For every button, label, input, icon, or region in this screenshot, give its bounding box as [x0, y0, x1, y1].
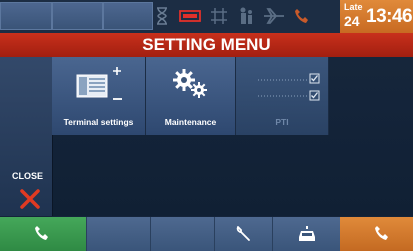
call-button-right[interactable]: [340, 217, 413, 251]
tile-label: Maintenance: [164, 117, 217, 127]
top-slot-1[interactable]: [0, 2, 52, 30]
bottom-bar: [0, 216, 413, 251]
terminal-settings-icon: [76, 67, 126, 103]
top-slot-2[interactable]: [52, 2, 103, 30]
late-label: Late: [344, 2, 363, 12]
phone-icon: [374, 225, 390, 241]
top-status-bar: Late 24 13:46: [0, 0, 413, 33]
gear-icon: [172, 68, 210, 100]
screen: Late 24 13:46 SETTING MENU CLOSE Termina…: [0, 0, 413, 251]
phone-status-icon: [292, 4, 312, 28]
top-slot-3[interactable]: [103, 2, 153, 30]
menu-tile-pti[interactable]: PTI: [236, 57, 329, 135]
wrench-icon: [235, 225, 253, 243]
title-bar: SETTING MENU: [0, 33, 413, 57]
tile-label: Terminal settings: [63, 117, 134, 127]
ticket-machine-icon: [178, 4, 202, 28]
tile-label: PTI: [275, 117, 289, 127]
menu-tile-terminal-settings[interactable]: Terminal settings: [52, 57, 146, 135]
checkbox-icon: [256, 72, 320, 102]
close-label: CLOSE: [12, 171, 44, 181]
clock: 13:46: [366, 6, 413, 27]
late-value: 24: [344, 13, 360, 29]
vehicle-button[interactable]: [272, 217, 340, 251]
phone-icon: [34, 225, 50, 241]
hourglass-icon: [154, 4, 170, 28]
bottom-slot-1[interactable]: [86, 217, 150, 251]
passenger-icon: [236, 4, 256, 28]
maintenance-tool-button[interactable]: [214, 217, 272, 251]
bottom-slot-2[interactable]: [150, 217, 214, 251]
page-title: SETTING MENU: [142, 35, 271, 54]
menu-tile-maintenance[interactable]: Maintenance: [146, 57, 236, 135]
network-icon: [208, 4, 230, 28]
plane-icon: [262, 4, 286, 28]
car-icon: [297, 225, 317, 243]
call-button-left[interactable]: [0, 217, 86, 251]
status-icons: [154, 4, 314, 28]
close-icon: [20, 189, 40, 209]
